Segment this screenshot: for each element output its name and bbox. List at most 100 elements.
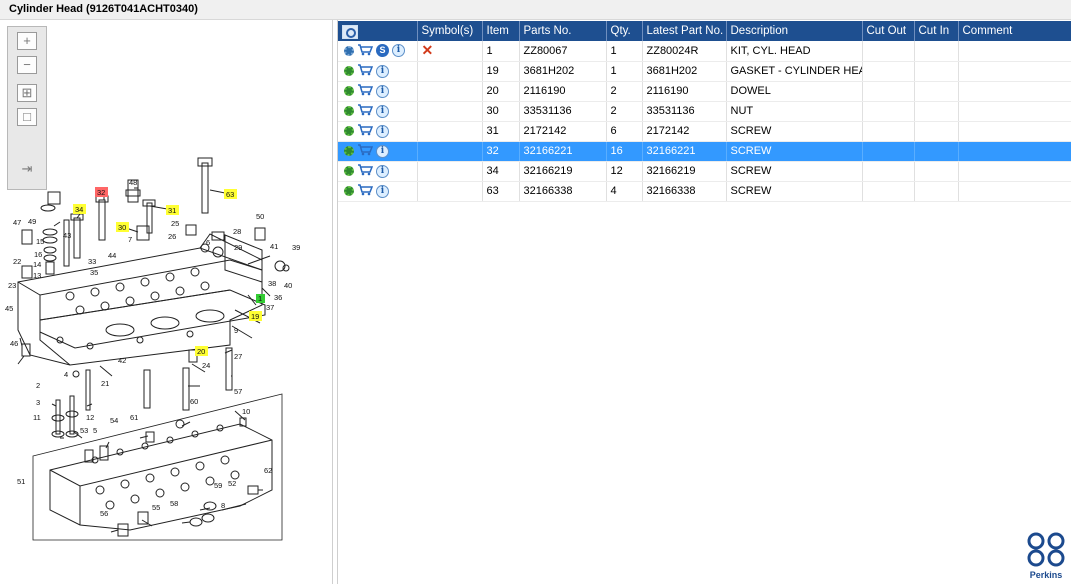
svg-text:44: 44 — [108, 251, 116, 260]
cart-icon[interactable] — [357, 163, 373, 179]
cell-latest-part-no: 3681H202 — [642, 61, 727, 82]
perkins-logo: Perkins — [1025, 532, 1067, 580]
parts-list-pane: Symbol(s) Item Parts No. Qty. Latest Par… — [337, 20, 1071, 584]
cell-description: SCREW — [726, 141, 863, 162]
svg-text:63: 63 — [226, 190, 234, 199]
cell-latest-part-no: 32166338 — [642, 181, 727, 202]
cart-icon[interactable] — [357, 43, 373, 59]
cart-icon[interactable] — [357, 103, 373, 119]
column-header-cut-out[interactable]: Cut Out — [862, 21, 915, 41]
svg-text:28: 28 — [233, 227, 241, 236]
info-icon[interactable]: i — [376, 184, 389, 198]
gear-icon[interactable] — [344, 126, 354, 136]
table-header-row: Symbol(s) Item Parts No. Qty. Latest Par… — [338, 21, 1071, 41]
column-header-symbols[interactable]: Symbol(s) — [417, 21, 483, 41]
info-icon[interactable]: i — [376, 64, 389, 78]
cell-latest-part-no: 32166219 — [642, 161, 727, 182]
cart-icon[interactable] — [357, 83, 373, 99]
cell-latest-part-no: ZZ80024R — [642, 41, 727, 62]
column-header-description[interactable]: Description — [726, 21, 863, 41]
gear-icon[interactable] — [344, 166, 354, 176]
zoom-out-button[interactable]: − — [17, 56, 37, 74]
info-icon[interactable]: i — [376, 144, 389, 158]
info-icon[interactable]: i — [376, 124, 389, 138]
cell-cut-out — [862, 61, 915, 82]
column-header-item[interactable]: Item — [482, 21, 520, 41]
cart-icon[interactable] — [357, 123, 373, 139]
table-row[interactable]: i 34 32166219 12 32166219 SCREW — [338, 161, 1071, 182]
info-icon[interactable]: i — [376, 104, 389, 118]
table-row[interactable]: i 32 32166221 16 32166221 SCREW — [338, 141, 1071, 162]
table-row[interactable]: i 19 3681H202 1 3681H202 GASKET - CYLIND… — [338, 61, 1071, 82]
cart-icon[interactable] — [357, 63, 373, 79]
svg-text:59: 59 — [214, 481, 222, 490]
cell-cut-out — [862, 121, 915, 142]
zoom-in-button[interactable]: + — [17, 32, 37, 50]
cell-description: SCREW — [726, 161, 863, 182]
row-icons: Si — [338, 41, 418, 62]
cell-symbol: ✕ — [417, 41, 483, 62]
column-header-latest-part-no[interactable]: Latest Part No. — [642, 21, 727, 41]
cell-cut-in — [914, 121, 959, 142]
cell-description: GASKET - CYLINDER HEAD — [726, 61, 863, 82]
cart-icon[interactable] — [357, 183, 373, 199]
diagram-pane[interactable]: 48 32 31 63 34 30 49 47 15 16 14 22 13 23 43 3… — [0, 20, 333, 584]
svg-text:9: 9 — [234, 326, 238, 335]
exploded-parts-diagram[interactable]: 48 32 31 63 34 30 4947 151614 221323 433… — [0, 20, 333, 584]
cell-description: NUT — [726, 101, 863, 122]
svg-text:6: 6 — [206, 238, 210, 247]
svg-text:36: 36 — [274, 293, 282, 302]
search-icon[interactable] — [342, 24, 358, 39]
fit-all-button[interactable]: ⊞ — [17, 84, 37, 102]
svg-text:19: 19 — [251, 312, 259, 321]
cell-cut-out — [862, 81, 915, 102]
cell-cut-out — [862, 101, 915, 122]
gear-icon[interactable] — [344, 106, 354, 116]
info-icon[interactable]: i — [392, 44, 405, 58]
table-row[interactable]: i 31 2172142 6 2172142 SCREW — [338, 121, 1071, 142]
svg-text:2: 2 — [36, 381, 40, 390]
cell-item: 30 — [482, 101, 520, 122]
column-header-comment[interactable]: Comment — [958, 21, 1071, 41]
gear-icon[interactable] — [344, 146, 354, 156]
column-header-search[interactable] — [338, 21, 418, 41]
toggle-table-button[interactable]: ⇥ — [17, 161, 37, 179]
svg-text:24: 24 — [202, 361, 210, 370]
supersession-icon[interactable]: S — [376, 44, 389, 58]
cell-cut-out — [862, 141, 915, 162]
svg-text:61: 61 — [130, 413, 138, 422]
gear-icon[interactable] — [344, 186, 354, 196]
svg-text:53: 53 — [80, 426, 88, 435]
cell-symbol — [417, 81, 483, 102]
delete-icon[interactable]: ✕ — [422, 42, 434, 58]
cell-cut-out — [862, 181, 915, 202]
svg-text:29: 29 — [234, 243, 242, 252]
cell-parts-no: 32166338 — [519, 181, 607, 202]
actual-size-button[interactable]: □ — [17, 108, 37, 126]
info-icon[interactable]: i — [376, 164, 389, 178]
column-header-qty[interactable]: Qty. — [606, 21, 643, 41]
cell-description: SCREW — [726, 121, 863, 142]
column-header-cut-in[interactable]: Cut In — [914, 21, 959, 41]
column-header-parts-no[interactable]: Parts No. — [519, 21, 607, 41]
gear-icon[interactable] — [344, 66, 354, 76]
cell-qty: 16 — [606, 141, 643, 162]
cell-cut-in — [914, 101, 959, 122]
table-row[interactable]: i 63 32166338 4 32166338 SCREW — [338, 181, 1071, 202]
cell-latest-part-no: 32166221 — [642, 141, 727, 162]
gear-icon[interactable] — [344, 86, 354, 96]
table-row[interactable]: Si ✕ 1 ZZ80067 1 ZZ80024R KIT, CYL. HEAD — [338, 41, 1071, 62]
svg-text:23: 23 — [8, 281, 16, 290]
svg-text:50: 50 — [256, 212, 264, 221]
table-row[interactable]: i 20 2116190 2 2116190 DOWEL — [338, 81, 1071, 102]
svg-text:60: 60 — [190, 397, 198, 406]
cell-item: 1 — [482, 41, 520, 62]
row-icons: i — [338, 161, 418, 182]
gears-icon[interactable] — [344, 45, 354, 56]
info-icon[interactable]: i — [376, 84, 389, 98]
cell-comment — [958, 141, 1071, 162]
cart-icon[interactable] — [357, 143, 373, 159]
svg-text:57: 57 — [234, 387, 242, 396]
table-row[interactable]: i 30 33531136 2 33531136 NUT — [338, 101, 1071, 122]
cell-qty: 12 — [606, 161, 643, 182]
